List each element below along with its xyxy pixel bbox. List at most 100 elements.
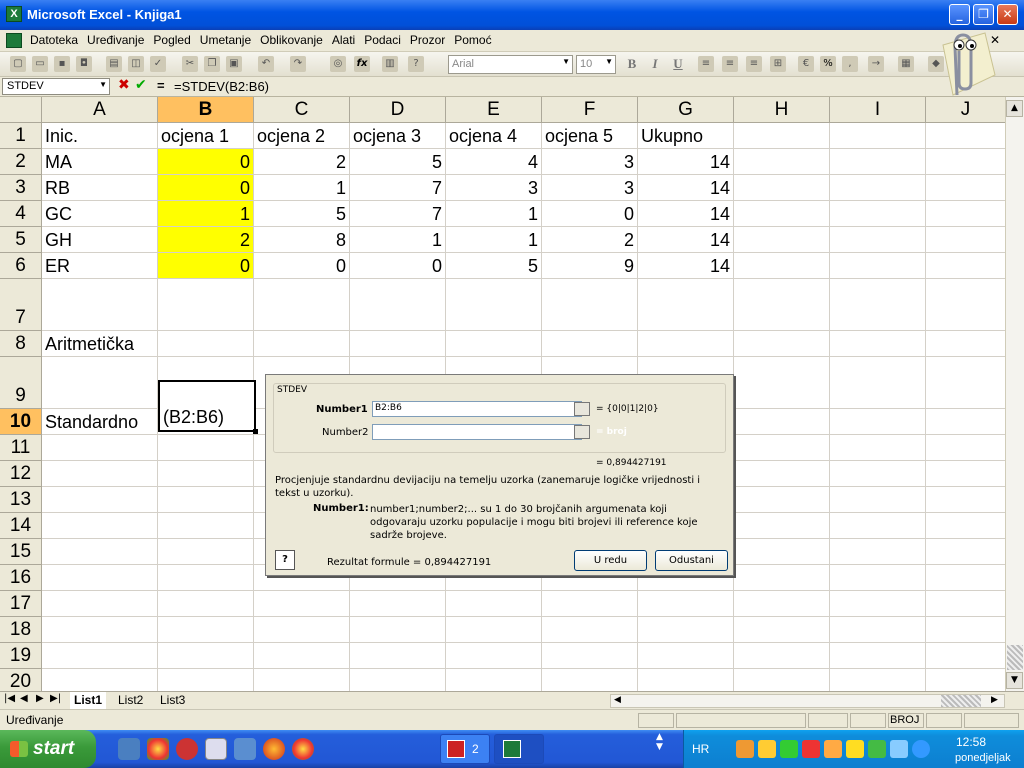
- close-button[interactable]: ✕: [997, 4, 1018, 25]
- quicklaunch-media-icon[interactable]: [176, 738, 198, 760]
- sheet-tab-list2[interactable]: List2: [114, 692, 148, 709]
- underline-button[interactable]: U: [669, 56, 687, 72]
- tray-icon-5[interactable]: [824, 740, 842, 758]
- cell-d6[interactable]: 0: [350, 253, 445, 278]
- cell-b8[interactable]: 0,60: [158, 331, 253, 357]
- fill-handle[interactable]: [253, 429, 258, 434]
- first-sheet-icon[interactable]: |◀: [4, 693, 15, 704]
- cell-g8[interactable]: 14,00: [638, 331, 733, 357]
- cell-a4[interactable]: GC: [42, 201, 157, 226]
- cut-icon[interactable]: ✂: [182, 56, 198, 72]
- name-box[interactable]: STDEV ▼: [2, 78, 110, 95]
- tray-icon-1[interactable]: [736, 740, 754, 758]
- cell-e1[interactable]: ocjena 4: [446, 123, 541, 148]
- scroll-left-icon[interactable]: ◀: [614, 695, 621, 705]
- menu-podaci[interactable]: Podaci: [364, 33, 401, 47]
- cell-f2[interactable]: 3: [542, 149, 637, 174]
- tray-icon-9[interactable]: [912, 740, 930, 758]
- col-header-a[interactable]: A: [42, 97, 158, 123]
- cell-d5[interactable]: 1: [350, 227, 445, 252]
- cell-b1[interactable]: ocjena 1: [158, 123, 253, 148]
- row-header-15[interactable]: 15: [0, 539, 42, 565]
- next-sheet-icon[interactable]: ▶: [36, 693, 44, 704]
- borders-icon[interactable]: ▦: [898, 56, 914, 72]
- tray-icon-8[interactable]: [890, 740, 908, 758]
- quicklaunch-browser-icon[interactable]: [292, 738, 314, 760]
- cell-a1[interactable]: Inic.: [42, 123, 157, 148]
- menu-prozor[interactable]: Prozor: [410, 33, 445, 47]
- scroll-up-icon[interactable]: ▲: [1006, 100, 1023, 117]
- formula-input[interactable]: =STDEV(B2:B6): [174, 79, 269, 94]
- clock-time[interactable]: 12:58: [956, 735, 986, 749]
- row-header-9[interactable]: 9: [0, 357, 42, 409]
- copy-icon[interactable]: ❐: [204, 56, 220, 72]
- cell-d2[interactable]: 5: [350, 149, 445, 174]
- cell-d8[interactable]: 4,00: [350, 331, 445, 357]
- row-header-1[interactable]: 1: [0, 123, 42, 149]
- row-header-7[interactable]: 7: [0, 279, 42, 331]
- quicklaunch-firefox-icon[interactable]: [263, 738, 285, 760]
- align-right-icon[interactable]: ≡: [746, 56, 762, 72]
- currency-icon[interactable]: €: [798, 56, 814, 72]
- cell-a5[interactable]: GH: [42, 227, 157, 252]
- row-header-12[interactable]: 12: [0, 461, 42, 487]
- cell-d3[interactable]: 7: [350, 175, 445, 200]
- cell-e3[interactable]: 3: [446, 175, 541, 200]
- row-header-17[interactable]: 17: [0, 591, 42, 617]
- redo-icon[interactable]: ↷: [290, 56, 306, 72]
- tray-icon-3[interactable]: [780, 740, 798, 758]
- sheet-tab-list3[interactable]: List3: [156, 692, 190, 709]
- office-assistant-clippy[interactable]: [925, 25, 1000, 105]
- last-sheet-icon[interactable]: ▶|: [50, 693, 61, 704]
- print-preview-icon[interactable]: ◫: [128, 56, 144, 72]
- row-header-14[interactable]: 14: [0, 513, 42, 539]
- cell-c1[interactable]: ocjena 2: [254, 123, 349, 148]
- cancel-button[interactable]: Odustani: [655, 550, 728, 571]
- row-header-2[interactable]: 2: [0, 149, 42, 175]
- merge-center-icon[interactable]: ⊞: [770, 56, 786, 72]
- scroll-down-icon[interactable]: ▼: [1006, 672, 1023, 689]
- cell-a2[interactable]: MA: [42, 149, 157, 174]
- row-header-3[interactable]: 3: [0, 175, 42, 201]
- tray-icon-2[interactable]: [758, 740, 776, 758]
- quicklaunch-desktop-icon[interactable]: [205, 738, 227, 760]
- paste-icon[interactable]: ▣: [226, 56, 242, 72]
- row-header-18[interactable]: 18: [0, 617, 42, 643]
- horizontal-scrollbar[interactable]: ◀ ▶: [610, 694, 1005, 708]
- vertical-scrollbar[interactable]: ▲ ▼: [1005, 97, 1024, 691]
- cell-c3[interactable]: 1: [254, 175, 349, 200]
- cell-e5[interactable]: 1: [446, 227, 541, 252]
- col-header-e[interactable]: E: [446, 97, 542, 123]
- row-header-19[interactable]: 19: [0, 643, 42, 669]
- tray-icon-4[interactable]: [802, 740, 820, 758]
- col-header-i[interactable]: I: [830, 97, 926, 123]
- scroll-right-icon[interactable]: ▶: [991, 695, 998, 705]
- menu-pogled[interactable]: Pogled: [153, 33, 190, 47]
- col-header-b[interactable]: B: [158, 97, 254, 123]
- row-header-10[interactable]: 10: [0, 409, 42, 435]
- align-center-icon[interactable]: ≡: [722, 56, 738, 72]
- bold-button[interactable]: B: [623, 56, 641, 72]
- cell-g2[interactable]: 14: [638, 149, 733, 174]
- taskbar-excel[interactable]: [494, 734, 544, 764]
- row-header-4[interactable]: 4: [0, 201, 42, 227]
- select-all-corner[interactable]: [0, 97, 42, 123]
- prev-sheet-icon[interactable]: ◀: [20, 693, 28, 704]
- help-icon[interactable]: ?: [408, 56, 424, 72]
- col-header-f[interactable]: F: [542, 97, 638, 123]
- cell-g4[interactable]: 14: [638, 201, 733, 226]
- increase-decimal-icon[interactable]: →: [868, 56, 884, 72]
- menu-datoteka[interactable]: Datoteka: [30, 33, 78, 47]
- cell-e2[interactable]: 4: [446, 149, 541, 174]
- cell-b5[interactable]: 2: [158, 227, 253, 252]
- italic-button[interactable]: I: [646, 56, 664, 72]
- cell-c8[interactable]: 3,20: [254, 331, 349, 357]
- cell-b2[interactable]: 0: [158, 149, 253, 174]
- cell-g1[interactable]: Ukupno: [638, 123, 733, 148]
- active-cell-b10[interactable]: (B2:B6): [158, 380, 258, 434]
- start-button[interactable]: start: [0, 730, 96, 768]
- tray-icon-6[interactable]: [846, 740, 864, 758]
- menu-pomoc[interactable]: Pomoć: [454, 33, 491, 47]
- menu-oblikovanje[interactable]: Oblikovanje: [260, 33, 323, 47]
- cell-g6[interactable]: 14: [638, 253, 733, 278]
